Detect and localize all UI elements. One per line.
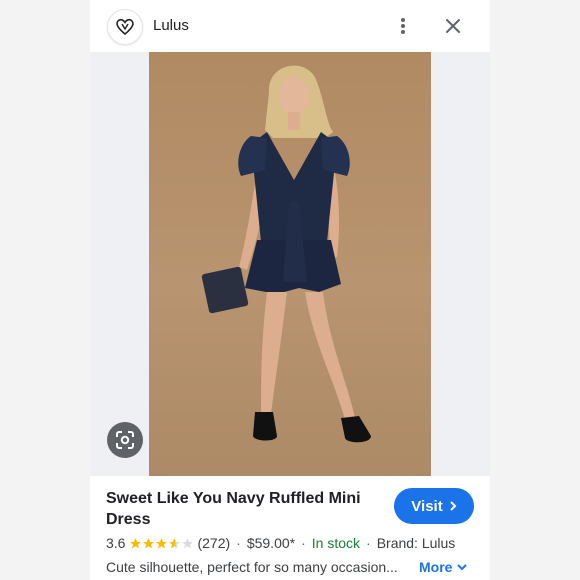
separator-dot: · bbox=[301, 535, 306, 551]
product-panel: Lulus Sweet Like You Navy Ruffled Mini D… bbox=[90, 0, 490, 580]
google-lens-icon[interactable] bbox=[107, 422, 143, 458]
image-area bbox=[90, 52, 490, 476]
rating-value: 3.6 bbox=[106, 535, 126, 551]
product-description: Cute silhouette, perfect for so many occ… bbox=[106, 559, 398, 575]
review-count[interactable]: (272) bbox=[197, 535, 230, 551]
product-meta: 3.6 (272) · $59.00* · In stock · Brand: … bbox=[106, 535, 486, 551]
chevron-down-icon bbox=[457, 564, 468, 571]
star-icon bbox=[143, 537, 155, 548]
more-button[interactable]: More bbox=[419, 559, 468, 575]
right-backdrop bbox=[490, 0, 580, 580]
empty-star-icon bbox=[182, 537, 194, 548]
header: Lulus bbox=[90, 0, 490, 52]
chevron-right-icon bbox=[449, 501, 457, 511]
brand: Brand: Lulus bbox=[376, 535, 456, 551]
product-photo[interactable] bbox=[149, 52, 431, 476]
left-backdrop bbox=[0, 0, 90, 580]
visit-button[interactable]: Visit bbox=[394, 488, 474, 524]
separator-dot: · bbox=[236, 535, 241, 551]
product-title[interactable]: Sweet Like You Navy Ruffled Mini Dress bbox=[106, 488, 374, 530]
lulus-logo-icon[interactable] bbox=[107, 9, 143, 45]
star-icon bbox=[156, 537, 168, 548]
separator-dot: · bbox=[366, 535, 371, 551]
close-icon[interactable] bbox=[443, 16, 463, 36]
star-rating bbox=[129, 537, 194, 550]
stock-status: In stock bbox=[311, 535, 361, 551]
visit-label: Visit bbox=[411, 497, 443, 515]
price: $59.00* bbox=[246, 535, 296, 551]
more-vertical-icon[interactable] bbox=[395, 16, 411, 36]
star-icon bbox=[130, 537, 142, 548]
more-label: More bbox=[419, 559, 453, 575]
site-name[interactable]: Lulus bbox=[153, 17, 189, 34]
half-star-icon bbox=[169, 537, 181, 548]
